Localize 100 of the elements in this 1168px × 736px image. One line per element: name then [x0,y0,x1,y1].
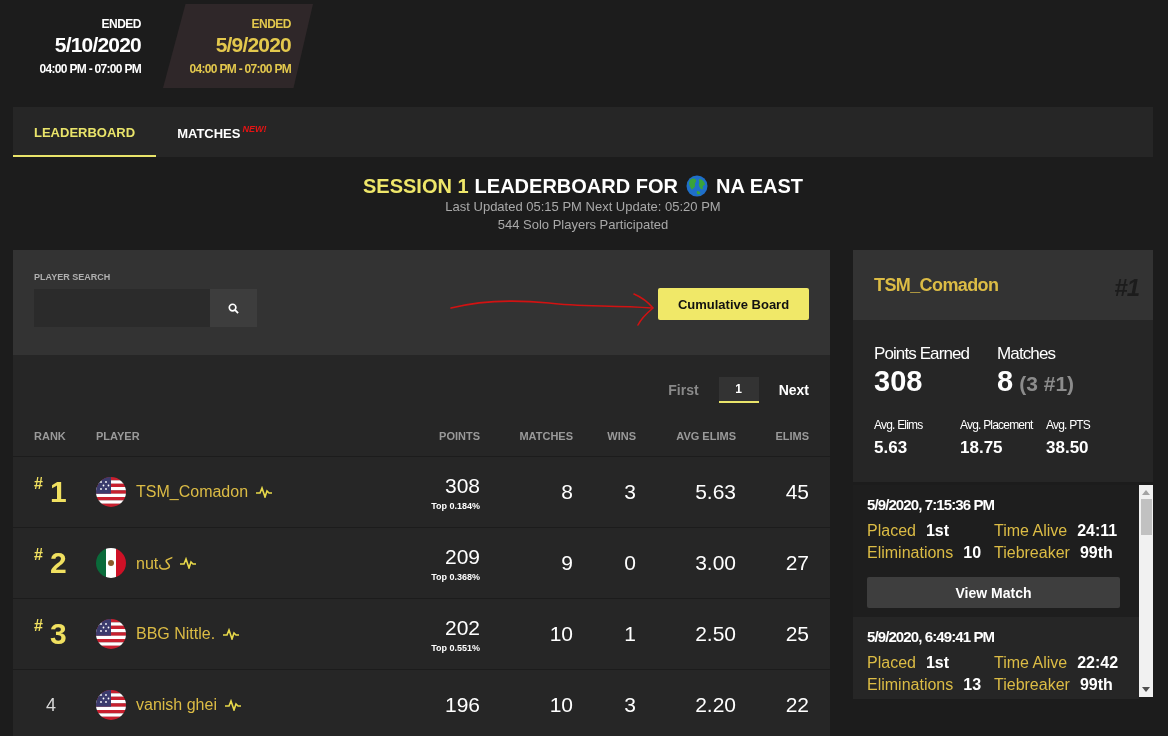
stat-label: Eliminations [867,543,954,563]
leaderboard-row[interactable]: # 1 TSM_Comadon 308 Top 0.184% 8 3 5.63 45 [13,456,830,527]
stat-cell-text: 10 [548,622,573,646]
stat-value: 22:42 [1077,653,1119,673]
stat-value: 38.50 [1046,437,1090,459]
stat-label: Matches [997,344,1057,364]
column-header: WINS [606,429,636,442]
leaderboard-row[interactable]: 4 vanish ghei 196 10 3 2.20 22 [13,669,830,736]
flag-icon [96,477,126,507]
session-card[interactable]: ENDED 5/10/2020 04:00 PM - 07:00 PM [13,4,163,88]
rank-number: 4 [46,694,56,716]
search-button[interactable] [210,289,257,327]
flag-icon [96,548,126,578]
player-name[interactable]: vanish ghei [136,696,217,714]
stat-cell-text: 3 [623,693,636,717]
stat-value: 1st [925,653,950,673]
stat-cell-text: 22 [784,693,809,717]
session-title: SESSION 1 [363,174,469,198]
session-status: ENDED [251,17,291,31]
cumulative-board-button[interactable]: Cumulative Board [658,288,809,320]
stat-cell-text: 9 [560,551,573,575]
rank-number: 1 [49,476,67,508]
column-header: POINTS [438,429,480,442]
stat-label: Time Alive [994,653,1068,673]
next-page-link[interactable]: Next [778,382,809,398]
top-percent: Top 0.551% [431,642,480,653]
stat-value: 1st [925,521,950,541]
points-value: 202 [444,615,480,640]
scroll-thumb[interactable] [1140,499,1152,535]
points-value: 209 [444,544,480,569]
stat-value: 99th [1079,543,1113,563]
top-percent: Top 0.184% [431,500,480,511]
stat-label: Placed [867,521,916,541]
points-value: 196 [444,693,480,717]
stat-value: 99th [1079,675,1113,695]
stat-cell-text: 2.50 [694,622,736,646]
flag-icon [96,619,126,649]
region-title: NA EAST [715,174,803,198]
points-value: 308 [444,473,480,498]
player-name[interactable]: TSM_Comadon [136,483,249,501]
stat-cell-text: 2.20 [694,693,736,717]
stat-cell-text: 0 [623,551,636,575]
page-number[interactable]: 1 [718,377,759,403]
column-header: AVG ELIMS [675,429,736,442]
stat-cell-text: 27 [784,551,809,575]
stat-cell-text: 3 [623,480,636,504]
rank-number: 2 [49,547,67,579]
participant-count: 544 Solo Players Participated [496,216,670,234]
match-time: 5/9/2020, 7:15:36 PM [867,495,996,515]
session-time: 04:00 PM - 07:00 PM [189,61,291,77]
session-card[interactable]: ENDED 5/9/2020 04:00 PM - 07:00 PM [163,4,313,88]
rank-hash: # [34,476,43,492]
stat-label: Avg. PTS [1046,418,1092,433]
stat-label: Points Earned [874,344,970,364]
stat-label: Time Alive [994,521,1068,541]
stat-value: 5.63 [874,437,909,459]
stat-cell-text: 5.63 [694,480,736,504]
column-header: ELIMS [774,429,809,442]
scrollbar[interactable] [1139,485,1153,697]
rank-hash: # [34,547,43,563]
up-arrow-icon[interactable] [1142,490,1150,495]
session-time: 04:00 PM - 07:00 PM [39,61,141,77]
stat-label: Eliminations [867,675,954,695]
stat-cell-text: 10 [548,693,573,717]
stat-value: 308 [874,364,924,398]
stat-value: 13 [963,675,982,695]
stat-cell-text: 8 [560,480,573,504]
tab[interactable]: MATCHES$^{NEW!}$ [156,107,288,157]
stat-label: Avg. Elims [874,418,924,433]
pulse-icon [256,486,273,498]
stat-value: 10 [963,543,982,563]
view-match-button[interactable]: View Match [867,577,1120,608]
top-percent: Top 0.368% [431,571,480,582]
wins-detail: (3 #1) [1019,372,1075,396]
pulse-icon [223,628,240,640]
column-header: MATCHES [518,429,573,442]
leaderboard-title: LEADERBOARD FOR [474,174,678,198]
player-name[interactable]: BBG Nittle. [136,625,216,643]
stat-label: Placed [867,653,916,673]
stat-value: 18.75 [960,437,1004,459]
column-header: PLAYER [96,429,141,442]
match-time: 5/9/2020, 6:49:41 PM [867,627,996,647]
search-label: PLAYER SEARCH [34,272,112,282]
stat-label: Avg. Placement [960,418,1035,433]
player-name: TSM_Comadon [874,274,999,296]
down-arrow-icon[interactable] [1142,687,1150,692]
globe-icon [685,175,708,197]
rank-hash: # [34,618,43,634]
tab[interactable]: LEADERBOARD [13,107,157,157]
session-status: ENDED [101,17,141,31]
session-date: 5/10/2020 [54,32,141,58]
stat-cell-text: 25 [784,622,809,646]
stat-label: Tiebreaker [994,675,1070,695]
update-times: Last Updated 05:15 PM Next Update: 05:20 PM [444,198,722,216]
session-date: 5/9/2020 [215,32,291,58]
first-page-link[interactable]: First [668,382,699,398]
leaderboard-row[interactable]: # 3 BBG Nittle. 202 Top 0.551% 10 1 2.50 25 [13,598,830,669]
stat-label: Tiebreaker [994,543,1070,563]
stat-cell-text: 3.00 [694,551,736,575]
player-name[interactable]: nutک [136,553,173,573]
